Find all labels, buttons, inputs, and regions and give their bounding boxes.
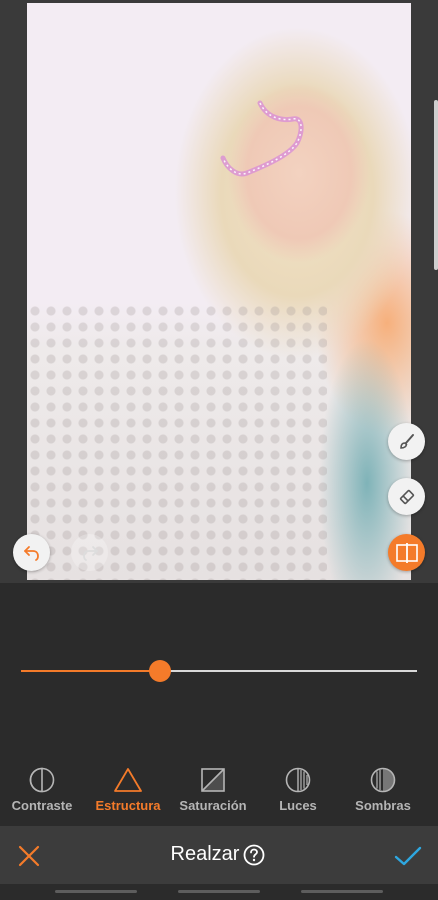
- nav-home-handle[interactable]: [178, 890, 260, 893]
- contrast-icon: [29, 767, 55, 793]
- slider-thumb[interactable]: [148, 660, 171, 682]
- tool-saturacion[interactable]: Saturación: [169, 766, 257, 813]
- apply-button[interactable]: [393, 842, 423, 870]
- bottom-action-bar: Realzar: [0, 826, 438, 884]
- compare-icon: [395, 542, 418, 563]
- sparkle-doodle-overlay: [220, 100, 304, 177]
- undo-button[interactable]: [13, 534, 50, 571]
- highlights-icon: [285, 767, 311, 793]
- tool-sombras[interactable]: Sombras: [339, 766, 427, 813]
- system-nav-bar: [0, 884, 438, 900]
- intensity-slider[interactable]: [0, 583, 438, 758]
- tool-label: Saturación: [179, 798, 247, 813]
- nav-back-handle[interactable]: [55, 890, 137, 893]
- tool-estructura[interactable]: Estructura: [84, 766, 172, 813]
- tool-label: Sombras: [355, 798, 411, 813]
- edited-photo[interactable]: [27, 3, 411, 580]
- tool-luces[interactable]: Luces: [254, 766, 342, 813]
- tool-label: Estructura: [95, 798, 161, 813]
- slider-fill: [21, 670, 160, 672]
- nav-recents-handle[interactable]: [301, 890, 383, 893]
- redo-button[interactable]: [71, 534, 108, 571]
- compare-button[interactable]: [388, 534, 425, 571]
- photo-canvas-area: [0, 0, 438, 583]
- help-icon: [243, 844, 265, 866]
- help-button[interactable]: [243, 844, 265, 866]
- redo-icon: [82, 545, 98, 561]
- screen-title: Realzar: [170, 843, 240, 865]
- eraser-icon: [399, 489, 414, 504]
- checkmark-icon: [394, 846, 422, 866]
- tool-label: Contraste: [11, 798, 73, 813]
- triangle-icon: [114, 768, 142, 792]
- undo-icon: [23, 545, 39, 561]
- tool-label: Luces: [279, 798, 317, 813]
- tool-contraste[interactable]: Contraste: [0, 766, 86, 813]
- shadows-icon: [370, 767, 396, 793]
- eraser-button[interactable]: [388, 478, 425, 515]
- adjustment-toolbar: Contraste Estructura Saturación Luces So…: [0, 758, 438, 826]
- brush-icon: [399, 433, 414, 449]
- brush-button[interactable]: [388, 423, 425, 460]
- saturation-icon: [201, 768, 225, 792]
- scroll-handle[interactable]: [434, 100, 438, 270]
